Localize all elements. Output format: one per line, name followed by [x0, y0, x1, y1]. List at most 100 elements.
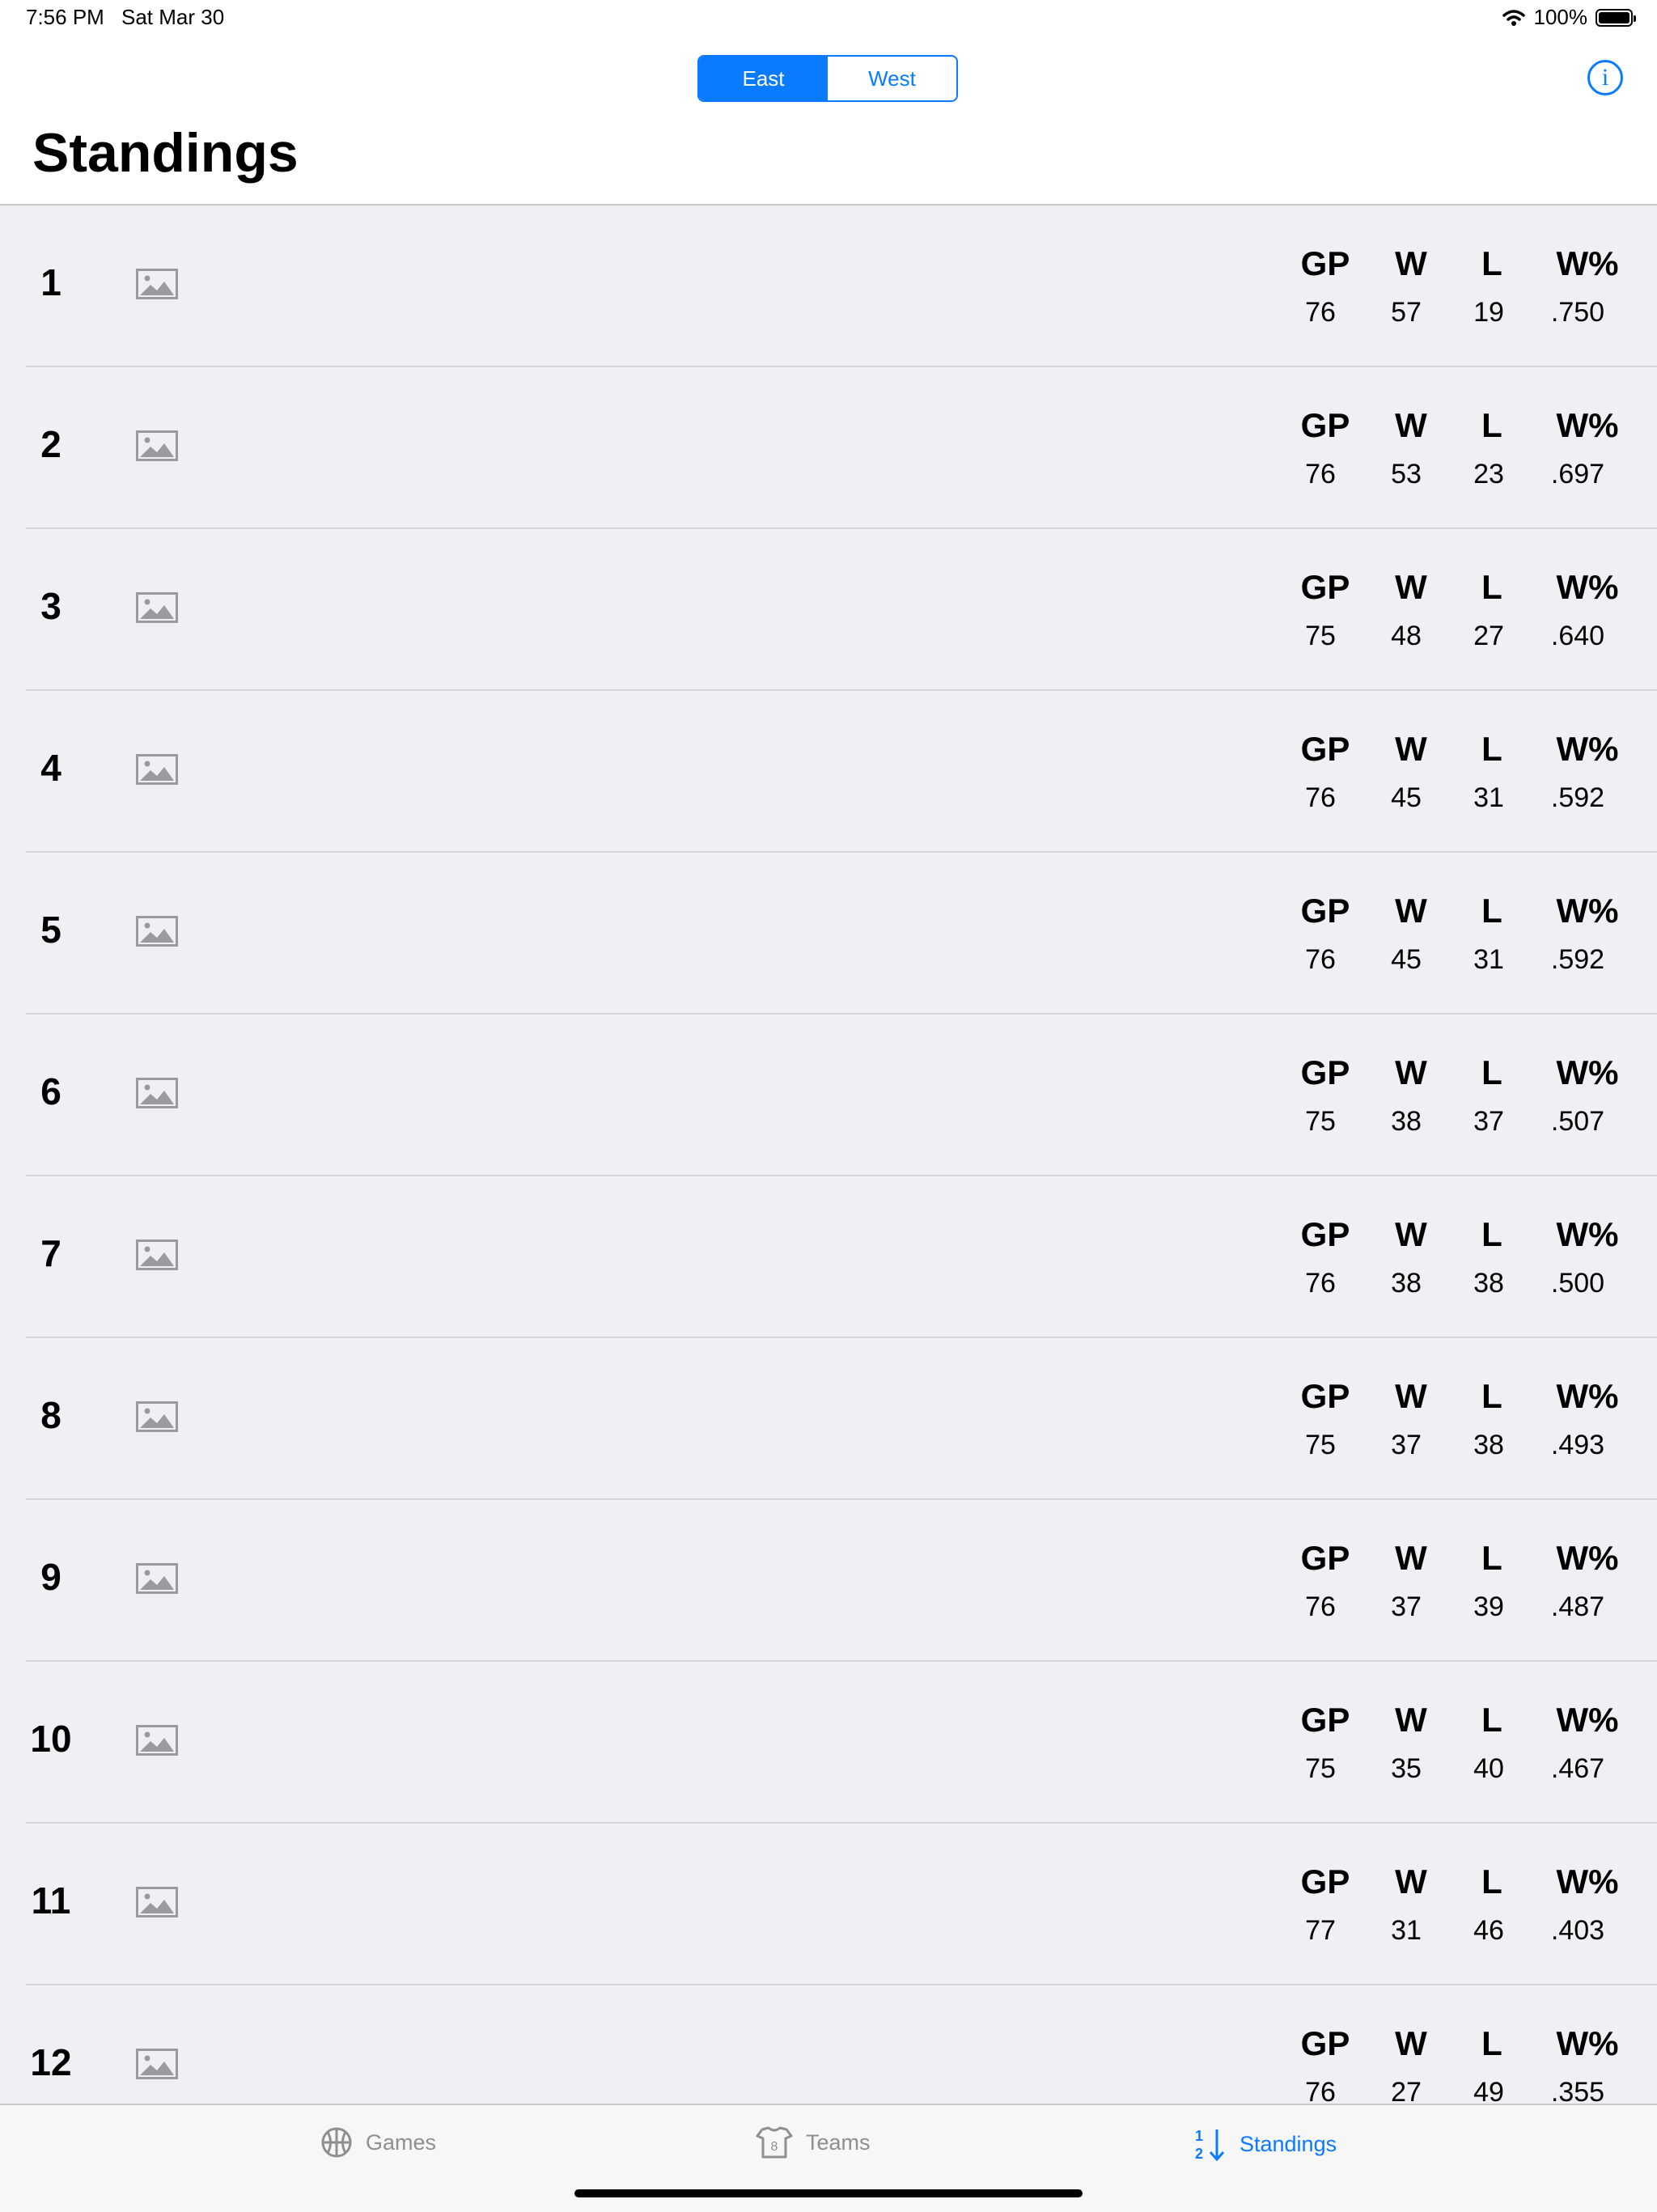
stat-l-value: 31 — [1473, 944, 1504, 975]
stat-gp-header: GP — [1300, 1053, 1350, 1091]
team-logo-placeholder-icon — [136, 1725, 178, 1756]
stat-pct: W% .697 — [1539, 401, 1636, 498]
team-logo-placeholder-icon — [136, 916, 178, 947]
standings-row[interactable]: 6 GP 75 W 38 L 37 W% .507 — [0, 1015, 1657, 1176]
stat-gp-header: GP — [1300, 1862, 1350, 1901]
stat-pct-header: W% — [1556, 730, 1619, 768]
team-logo-placeholder-icon — [136, 592, 178, 623]
stat-l: L 19 — [1443, 239, 1540, 337]
stat-l: L 38 — [1443, 1372, 1540, 1469]
stat-l-header: L — [1481, 730, 1502, 768]
team-logo-placeholder-icon — [136, 269, 178, 299]
stat-pct-value: .403 — [1550, 1915, 1605, 1946]
tab-teams[interactable]: 8 Teams — [756, 2126, 871, 2159]
team-rank: 8 — [40, 1394, 61, 1436]
stat-pct: W% .487 — [1539, 1534, 1636, 1631]
stat-l-value: 38 — [1473, 1268, 1504, 1299]
team-rank: 11 — [31, 1879, 71, 1922]
team-rank: 5 — [40, 909, 61, 951]
stat-l-header: L — [1481, 1215, 1502, 1253]
stat-gp-value: 76 — [1305, 2077, 1336, 2105]
team-logo-placeholder-icon — [136, 430, 178, 461]
tab-standings-label: Standings — [1240, 2131, 1337, 2156]
standings-row[interactable]: 3 GP 75 W 48 L 27 W% .640 — [0, 529, 1657, 691]
svg-text:1: 1 — [1195, 2128, 1203, 2144]
stat-l-value: 27 — [1473, 621, 1504, 651]
standings-list[interactable]: 1 GP 76 W 57 L 19 W% .750 2 GP 76 W 53 L 23 W% .697 3 GP 75 W… — [0, 204, 1657, 2105]
standings-row[interactable]: 12 GP 76 W 27 L 49 W% .355 — [0, 1985, 1657, 2105]
stat-l: L 31 — [1443, 887, 1540, 984]
battery-icon — [1596, 8, 1636, 27]
team-logo-placeholder-icon — [136, 1401, 178, 1432]
info-button[interactable]: i — [1587, 60, 1623, 95]
standings-row[interactable]: 2 GP 76 W 53 L 23 W% .697 — [0, 367, 1657, 529]
stat-pct: W% .500 — [1539, 1210, 1636, 1307]
tab-games[interactable]: Games — [320, 2126, 436, 2159]
status-date: Sat Mar 30 — [121, 5, 225, 29]
stat-l: L 31 — [1443, 725, 1540, 822]
stat-l-header: L — [1481, 1377, 1502, 1415]
stat-gp-header: GP — [1300, 730, 1350, 768]
stat-gp-value: 75 — [1305, 621, 1336, 651]
stat-gp-value: 75 — [1305, 1106, 1336, 1137]
standings-row[interactable]: 8 GP 75 W 37 L 38 W% .493 — [0, 1338, 1657, 1500]
standings-row[interactable]: 5 GP 76 W 45 L 31 W% .592 — [0, 853, 1657, 1015]
stat-pct-header: W% — [1556, 1539, 1619, 1577]
stat-pct: W% .507 — [1539, 1049, 1636, 1146]
home-indicator — [574, 2189, 1083, 2197]
svg-text:8: 8 — [771, 2140, 778, 2154]
stat-pct: W% .493 — [1539, 1372, 1636, 1469]
stat-l-value: 23 — [1473, 459, 1504, 489]
team-rank: 3 — [40, 585, 61, 627]
team-logo-placeholder-icon — [136, 1563, 178, 1594]
stat-l-header: L — [1481, 1701, 1502, 1739]
tab-teams-label: Teams — [806, 2129, 871, 2155]
stat-pct-header: W% — [1556, 1701, 1619, 1739]
stat-l-header: L — [1481, 2024, 1502, 2062]
stat-pct-header: W% — [1556, 2024, 1619, 2062]
stat-gp-value: 75 — [1305, 1753, 1336, 1784]
stat-l: L 27 — [1443, 563, 1540, 660]
stat-gp-value: 76 — [1305, 297, 1336, 328]
stat-gp-header: GP — [1300, 406, 1350, 444]
team-logo-placeholder-icon — [136, 1887, 178, 1917]
stat-l-header: L — [1481, 568, 1502, 606]
stat-gp-value: 76 — [1305, 1591, 1336, 1622]
basketball-icon — [321, 2127, 352, 2158]
stat-gp-value: 76 — [1305, 944, 1336, 975]
standings-row[interactable]: 11 GP 77 W 31 L 46 W% .403 — [0, 1824, 1657, 1985]
stat-gp-header: GP — [1300, 1377, 1350, 1415]
stat-l-value: 49 — [1473, 2077, 1504, 2105]
standings-row[interactable]: 9 GP 76 W 37 L 39 W% .487 — [0, 1500, 1657, 1662]
stat-pct-header: W% — [1556, 244, 1619, 282]
info-icon: i — [1601, 64, 1609, 91]
segment-west[interactable]: West — [828, 57, 956, 100]
stat-pct: W% .750 — [1539, 239, 1636, 337]
tab-standings[interactable]: 1 2 Standings — [1193, 2126, 1337, 2162]
stat-l-value: 31 — [1473, 782, 1504, 813]
sort-numbers-icon: 1 2 — [1195, 2128, 1225, 2162]
svg-text:2: 2 — [1195, 2146, 1203, 2162]
status-time: 7:56 PM — [26, 5, 104, 29]
stat-pct-header: W% — [1556, 1862, 1619, 1901]
stat-pct-value: .640 — [1550, 621, 1605, 651]
stat-l: L 38 — [1443, 1210, 1540, 1307]
team-logo-placeholder-icon — [136, 1078, 178, 1108]
stat-l-value: 46 — [1473, 1915, 1504, 1946]
stat-gp-value: 76 — [1305, 1268, 1336, 1299]
team-rank: 7 — [40, 1232, 61, 1274]
segment-east[interactable]: East — [699, 57, 828, 100]
team-logo-placeholder-icon — [136, 754, 178, 785]
status-bar: 7:56 PM Sat Mar 30 100% — [0, 0, 1657, 39]
stat-gp-value: 76 — [1305, 459, 1336, 489]
standings-row[interactable]: 4 GP 76 W 45 L 31 W% .592 — [0, 691, 1657, 853]
standings-row[interactable]: 7 GP 76 W 38 L 38 W% .500 — [0, 1176, 1657, 1338]
standings-row[interactable]: 10 GP 75 W 35 L 40 W% .467 — [0, 1662, 1657, 1824]
stat-l-header: L — [1481, 244, 1502, 282]
stat-gp-header: GP — [1300, 1215, 1350, 1253]
stat-pct-header: W% — [1556, 406, 1619, 444]
standings-row[interactable]: 1 GP 76 W 57 L 19 W% .750 — [0, 206, 1657, 367]
stat-pct-value: .592 — [1550, 782, 1605, 813]
stat-l: L 46 — [1443, 1858, 1540, 1955]
stat-pct: W% .592 — [1539, 887, 1636, 984]
